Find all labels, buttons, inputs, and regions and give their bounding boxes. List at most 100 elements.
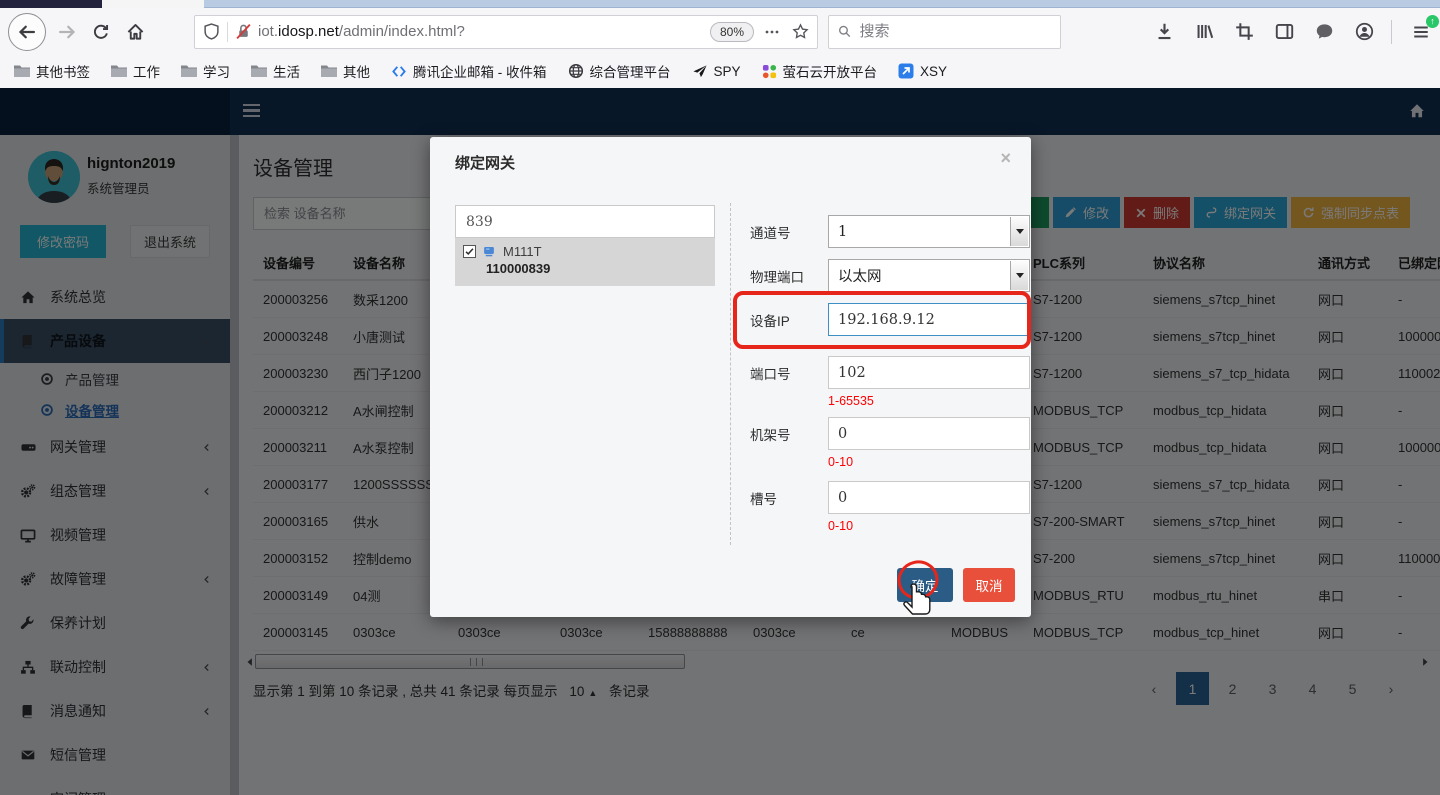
field-label: 机架号 <box>750 424 828 444</box>
物理端口-select[interactable]: 以太网 <box>828 259 1030 292</box>
设备IP-input[interactable] <box>828 303 1030 336</box>
field-hint: 0-10 <box>828 519 853 533</box>
forward-button[interactable] <box>50 15 84 49</box>
bookmark-item[interactable]: 萤石云开放平台 <box>762 61 878 81</box>
field-label: 端口号 <box>750 363 828 383</box>
bookmark-label: 工作 <box>133 61 160 81</box>
gateway-name: M111T <box>503 244 542 259</box>
menu-hamburger-icon[interactable]: ↑ <box>1410 21 1432 43</box>
bookmark-label: 萤石云开放平台 <box>783 61 878 81</box>
search-icon <box>838 24 851 39</box>
account-icon[interactable] <box>1353 21 1375 43</box>
reload-icon <box>92 23 110 41</box>
gateway-search-input[interactable] <box>455 205 715 238</box>
bookmark-item[interactable]: 综合管理平台 <box>568 61 671 81</box>
tencent-mail-icon <box>391 64 407 79</box>
screenshot-icon[interactable] <box>1233 21 1255 43</box>
form-row-槽号: 槽号 <box>750 481 1010 514</box>
form-row-通道号: 通道号 1 <box>750 215 1010 248</box>
url-bar-divider <box>227 22 228 42</box>
browser-search-box[interactable] <box>828 15 1061 49</box>
reload-button[interactable] <box>84 15 118 49</box>
gateway-device-icon <box>482 245 496 258</box>
paper-plane-icon <box>692 64 708 79</box>
bookmark-item[interactable]: 学习 <box>181 61 230 81</box>
槽号-input[interactable] <box>828 481 1030 514</box>
field-label: 物理端口 <box>750 266 828 286</box>
tab-strip <box>0 0 1440 8</box>
shield-icon[interactable] <box>203 23 220 40</box>
form-row-机架号: 机架号 <box>750 417 1010 450</box>
bookmark-star-icon[interactable] <box>792 23 809 40</box>
bookmark-item[interactable]: XSY <box>898 63 947 79</box>
sidebar-toggle-icon[interactable] <box>1273 21 1295 43</box>
select-caret-icon[interactable] <box>1010 261 1028 290</box>
tab-strip-active-tab[interactable] <box>0 0 102 8</box>
field-label: 槽号 <box>750 488 828 508</box>
bookmark-label: SPY <box>714 64 741 79</box>
bookmark-item[interactable]: 工作 <box>111 61 160 81</box>
messages-icon[interactable] <box>1313 21 1335 43</box>
browser-toolbar: iot.idosp.net/admin/index.html? 80% <box>0 8 1440 55</box>
toolbar-icons: ↑ <box>1135 20 1432 44</box>
field-label: 设备IP <box>750 310 828 330</box>
folder-icon <box>14 64 30 78</box>
gateway-checkbox[interactable] <box>463 245 476 258</box>
cancel-button[interactable]: 取消 <box>963 568 1015 602</box>
bookmark-item[interactable]: 腾讯企业邮箱 - 收件箱 <box>391 61 547 81</box>
通道号-select[interactable]: 1 <box>828 215 1030 248</box>
bookmark-item[interactable]: 其他 <box>321 61 370 81</box>
modal-divider <box>730 203 731 545</box>
home-icon <box>126 22 145 41</box>
zoom-level-badge[interactable]: 80% <box>710 22 754 42</box>
folder-icon <box>321 64 337 78</box>
select-value: 1 <box>838 224 847 240</box>
gateway-id: 110000839 <box>486 261 707 276</box>
page-actions-icon[interactable] <box>764 24 780 40</box>
color-dots-icon <box>762 64 777 79</box>
bookmarks-bar: 其他书签 工作 学习 生活 其他 腾讯企业邮箱 - 收件箱 综合管理平台 SPY 萤石云开放平台… <box>0 55 1440 87</box>
toolbar-divider <box>1391 20 1392 44</box>
bookmark-item[interactable]: SPY <box>692 64 741 79</box>
browser-chrome: iot.idosp.net/admin/index.html? 80% <box>0 0 1440 88</box>
bookmark-item[interactable]: 其他书签 <box>14 61 90 81</box>
bind-gateway-modal: 绑定网关 × M111T 110000839 通道号1物理端口以太网设备IP端口… <box>430 137 1031 617</box>
globe-icon <box>568 63 584 79</box>
select-caret-icon[interactable] <box>1010 217 1028 246</box>
url-text[interactable]: iot.idosp.net/admin/index.html? <box>258 23 710 40</box>
tab-strip-segment <box>102 0 204 8</box>
modal-close-icon[interactable]: × <box>1000 149 1011 167</box>
bookmark-label: 腾讯企业邮箱 - 收件箱 <box>413 61 547 81</box>
form-row-物理端口: 物理端口以太网 <box>750 259 1010 292</box>
confirm-button[interactable]: 确定 <box>897 568 953 602</box>
downloads-icon[interactable] <box>1153 21 1175 43</box>
home-button[interactable] <box>118 15 152 49</box>
bookmark-label: 其他 <box>343 61 370 81</box>
arrow-square-icon <box>898 63 914 79</box>
bookmark-label: XSY <box>920 64 947 79</box>
update-badge: ↑ <box>1426 15 1439 28</box>
back-button[interactable] <box>8 13 46 51</box>
field-hint: 0-10 <box>828 455 853 469</box>
folder-icon <box>181 64 197 78</box>
端口号-input[interactable] <box>828 356 1030 389</box>
modal-title: 绑定网关 <box>455 152 515 173</box>
bookmark-label: 生活 <box>273 61 300 81</box>
application-window: iot.idosp.net/admin/index.html? 80% <box>0 0 1440 795</box>
library-icon[interactable] <box>1193 21 1215 43</box>
bookmark-label: 学习 <box>203 61 230 81</box>
forward-arrow-icon <box>57 22 77 42</box>
gateway-list-item[interactable]: M111T 110000839 <box>455 238 715 286</box>
bookmark-item[interactable]: 生活 <box>251 61 300 81</box>
folder-icon <box>251 64 267 78</box>
bookmark-label: 综合管理平台 <box>590 61 671 81</box>
url-bar[interactable]: iot.idosp.net/admin/index.html? 80% <box>194 15 818 49</box>
bookmark-label: 其他书签 <box>36 61 90 81</box>
field-hint: 1-65535 <box>828 394 874 408</box>
tab-strip-window-edge <box>204 0 1440 8</box>
机架号-input[interactable] <box>828 417 1030 450</box>
browser-search-input[interactable] <box>859 23 1051 40</box>
insecure-lock-icon[interactable] <box>235 23 252 40</box>
back-arrow-icon <box>17 22 37 42</box>
field-label: 通道号 <box>750 222 828 242</box>
